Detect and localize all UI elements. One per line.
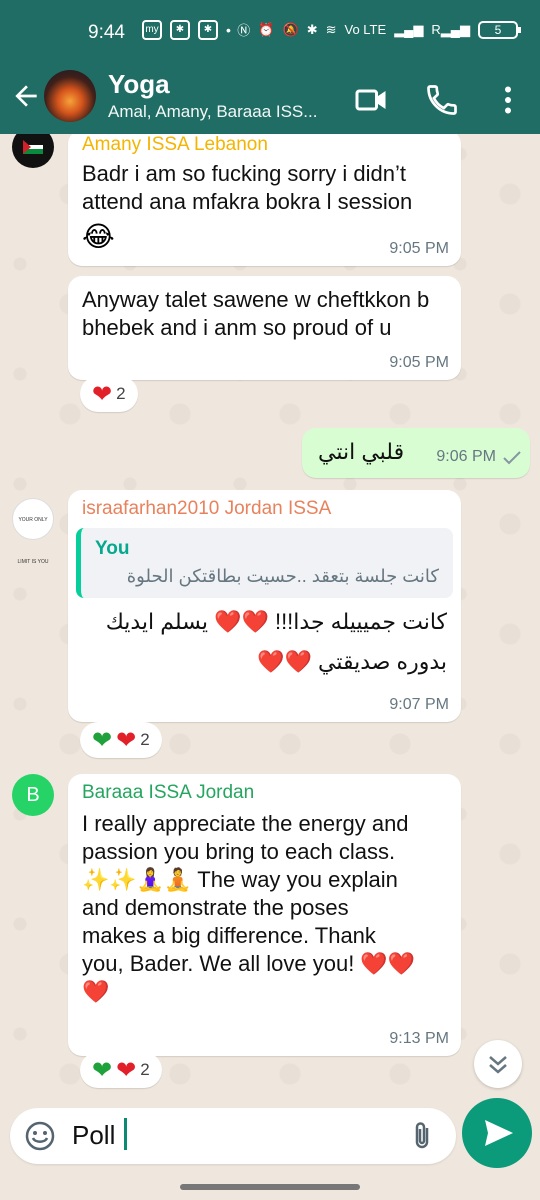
scroll-to-bottom-button[interactable] [474, 1040, 522, 1088]
reaction-count: 2 [140, 1060, 150, 1079]
green-heart-icon: ❤ [92, 726, 113, 754]
message-text-line: passion you bring to each class. [82, 839, 396, 864]
home-indicator[interactable] [180, 1184, 360, 1190]
message-bubble[interactable]: Amany ISSA Lebanon Badr i am so fucking … [68, 134, 461, 266]
message-body: I really appreciate the energy and passi… [82, 810, 454, 1006]
reaction-badge[interactable]: ❤ 2 [80, 376, 138, 412]
sender-avatar[interactable] [12, 134, 54, 168]
app-notification-icon: my [142, 20, 162, 40]
system-icons: Ⓝ ⏰ 🔕 ✱ ≋ Vo LTE ▂▄▆ R▂▄▆ 5 [237, 20, 521, 39]
laughing-emoji-icon: 😂 [82, 221, 115, 252]
double-chevron-down-icon [489, 1056, 507, 1074]
heart-icon: ❤ [116, 1056, 137, 1084]
message-time: 9:06 PM [436, 448, 496, 465]
chat-participants[interactable]: Amal, Amany, Baraaa ISS... [108, 102, 317, 122]
heart-icon: ❤ [92, 380, 113, 408]
more-options-icon[interactable] [490, 82, 526, 118]
text-cursor [124, 1118, 127, 1150]
message-text: قلبي انتي [318, 439, 405, 464]
status-time: 9:44 [88, 22, 125, 43]
message-text-line: كانت جميييله جدا!!! ❤️❤️ يسلم ايديك [105, 609, 447, 634]
reaction-count: 2 [140, 730, 150, 749]
signal-roaming-icon: R▂▄▆ [431, 21, 470, 37]
green-heart-icon: ❤ [92, 1056, 113, 1084]
wifi-icon: ≋ [325, 21, 337, 37]
quoted-sender: You [95, 538, 130, 559]
heart-icon: ❤ [116, 726, 137, 754]
quoted-message[interactable]: You كانت جلسة بتعقد ..حسيت بطاقتكن الحلو… [76, 528, 453, 598]
message-text-line: ✨✨🧘‍♀️🧘 The way you explain [82, 867, 398, 892]
flag-icon [23, 140, 43, 154]
message-input[interactable]: Poll [72, 1120, 115, 1151]
message-input-bar[interactable]: Poll [10, 1108, 456, 1164]
notification-icons: my ✱ ✱ • [142, 20, 231, 40]
message-text: Anyway talet sawene w cheftkkon b bhebek… [82, 287, 430, 340]
message-time: 9:05 PM [389, 240, 449, 257]
message-bubble[interactable]: Baraaa ISSA Jordan I really appreciate t… [68, 774, 461, 1056]
bluetooth-icon: ✱ [306, 21, 318, 37]
send-icon [485, 1120, 513, 1146]
signal-icon: ▂▄▆ [394, 21, 424, 37]
dot-icon: • [226, 22, 231, 38]
outgoing-message-bubble[interactable]: قلبي انتي 9:06 PM [302, 428, 530, 478]
app-notification-icon: ✱ [198, 20, 218, 40]
message-text-line: and demonstrate the poses [82, 895, 349, 920]
message-text-line: ❤️ [82, 979, 110, 1004]
message-bubble[interactable]: Anyway talet sawene w cheftkkon b bhebek… [68, 276, 461, 380]
sender-name: Baraaa ISSA Jordan [82, 782, 255, 803]
message-time: 9:05 PM [389, 354, 449, 371]
alarm-icon: ⏰ [258, 21, 275, 37]
nfc-icon: Ⓝ [237, 23, 251, 38]
battery-icon: 5 [478, 20, 521, 39]
sender-avatar[interactable]: YOUR ONLY LIMIT IS YOU [12, 498, 54, 565]
voice-call-icon[interactable] [424, 82, 460, 118]
quoted-text: كانت جلسة بتعقد ..حسيت بطاقتكن الحلوة [126, 566, 439, 586]
message-text-line: you, Bader. We all love you! ❤️❤️ [82, 951, 416, 976]
message-text-line: makes a big difference. Thank [82, 923, 376, 948]
reaction-badge[interactable]: ❤ ❤ 2 [80, 722, 162, 758]
message-time: 9:07 PM [389, 696, 449, 713]
sender-name: israafarhan2010 Jordan ISSA [82, 498, 332, 519]
message-list[interactable]: Amany ISSA Lebanon Badr i am so fucking … [0, 134, 540, 1100]
sender-avatar[interactable]: B [12, 774, 54, 816]
message-bubble[interactable]: israafarhan2010 Jordan ISSA You كانت جلس… [68, 490, 461, 722]
send-button[interactable] [462, 1098, 532, 1168]
message-text-line: I really appreciate the energy and [82, 811, 409, 836]
status-bar: 9:44 my ✱ ✱ • Ⓝ ⏰ 🔕 ✱ ≋ Vo LTE ▂▄▆ R▂▄▆ … [0, 0, 540, 64]
app-notification-icon: ✱ [170, 20, 190, 40]
reaction-badge[interactable]: ❤ ❤ 2 [80, 1052, 162, 1088]
sender-name: Amany ISSA Lebanon [82, 134, 268, 155]
lte-icon: Vo LTE [344, 22, 387, 37]
group-avatar[interactable] [44, 70, 96, 122]
attach-icon[interactable] [408, 1120, 436, 1152]
message-text: Badr i am so fucking sorry i didn’t atte… [82, 161, 413, 214]
reaction-count: 2 [116, 384, 126, 403]
mute-icon: 🔕 [282, 21, 299, 37]
message-time: 9:13 PM [389, 1030, 449, 1047]
message-text-line: بدوره صديقتي ❤️❤️ [257, 649, 447, 674]
sent-check-icon [503, 451, 521, 465]
video-call-icon[interactable] [354, 82, 390, 118]
chat-header: Yoga Amal, Amany, Baraaa ISS... [0, 64, 540, 134]
emoji-icon[interactable] [24, 1120, 56, 1152]
back-arrow-icon[interactable] [10, 80, 42, 112]
chat-title[interactable]: Yoga [108, 69, 170, 100]
